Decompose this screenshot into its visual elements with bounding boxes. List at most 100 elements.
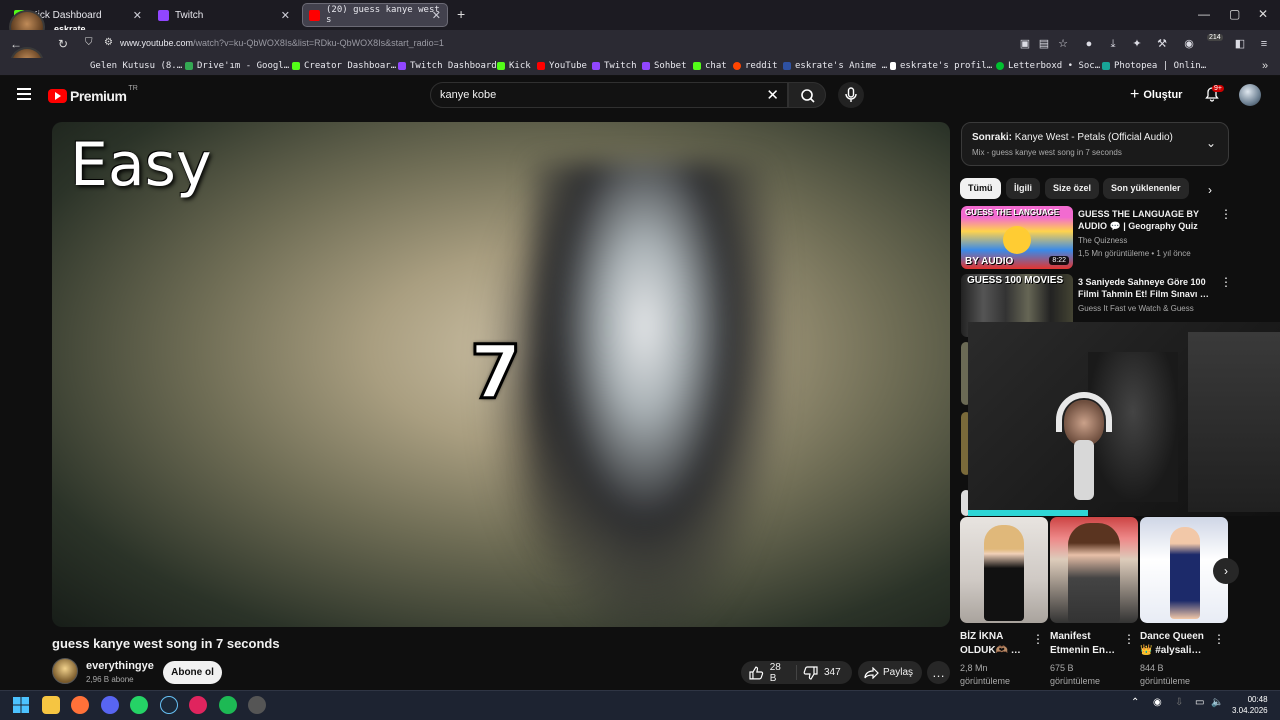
up-next-panel[interactable]: Sonraki: Kanye West - Petals (Official A…: [961, 122, 1229, 166]
bookmark-gmail[interactable]: Gelen Kutusu (8.…: [90, 61, 182, 71]
share-button[interactable]: Paylaş: [858, 661, 922, 684]
close-tab-icon[interactable]: ✕: [432, 9, 441, 22]
guide-menu-icon[interactable]: [17, 88, 31, 100]
page-info-icon[interactable]: ⚙: [104, 37, 113, 48]
twitch-icon: [158, 9, 169, 21]
tray-app-icon[interactable]: ◉: [1153, 697, 1162, 708]
reader-icon[interactable]: ▤: [1037, 37, 1051, 51]
shield-icon[interactable]: ⛉: [85, 37, 93, 48]
steam-icon[interactable]: [160, 696, 178, 714]
bookmark-star-icon[interactable]: ☆: [1056, 37, 1070, 51]
app-icon[interactable]: [248, 696, 266, 714]
youtube-icon: [537, 62, 545, 70]
create-button[interactable]: + Oluştur: [1130, 86, 1182, 104]
bookmark-letterboxd[interactable]: Letterboxd • Soc…: [996, 61, 1100, 71]
more-options-icon[interactable]: ⋮: [1220, 275, 1232, 289]
short-title[interactable]: Manifest Etmenin En…: [1050, 630, 1124, 658]
firefox-icon[interactable]: [71, 696, 89, 714]
menu-icon[interactable]: ≡: [1257, 37, 1271, 51]
more-bookmarks-icon[interactable]: »: [1262, 60, 1268, 72]
kick-icon: [497, 62, 505, 70]
spotify-icon[interactable]: [219, 696, 237, 714]
like-button[interactable]: 28 B: [741, 662, 797, 684]
chip-for-you[interactable]: Size özel: [1045, 178, 1100, 199]
bookmark-chat[interactable]: chat: [693, 61, 727, 71]
system-clock[interactable]: 00:48 3.04.2026: [1232, 694, 1268, 716]
window-close-icon[interactable]: ✕: [1258, 7, 1268, 21]
tray-usb-icon[interactable]: ⇩: [1175, 697, 1183, 708]
windows-start-icon[interactable]: [12, 696, 30, 714]
shorts-next-button[interactable]: ›: [1213, 558, 1239, 584]
close-tab-icon[interactable]: ✕: [133, 9, 142, 22]
like-count: 28 B: [769, 661, 781, 684]
bookmark-profile[interactable]: eskrate's profil…: [890, 61, 992, 71]
bookmark-twitch-dashboard[interactable]: Twitch Dashboard: [398, 61, 497, 71]
network-icon[interactable]: ▭: [1195, 697, 1204, 708]
extensions-puzzle-icon[interactable]: ✦: [1130, 37, 1144, 51]
chip-all[interactable]: Tümü: [960, 178, 1001, 199]
tab-twitch[interactable]: Twitch ✕: [152, 3, 296, 27]
account-avatar[interactable]: [1239, 84, 1261, 106]
chip-recent[interactable]: Son yüklenenler: [1103, 178, 1189, 199]
clear-search-icon[interactable]: ✕: [766, 86, 779, 104]
related-thumbnail[interactable]: GUESS THE LANGUAGE BY AUDIO 8:22: [961, 206, 1073, 269]
kick-icon: [292, 62, 300, 70]
download-icon[interactable]: ⤓: [1106, 37, 1120, 51]
related-title[interactable]: GUESS THE LANGUAGE BY AUDIO 💬 | Geograph…: [1078, 208, 1210, 232]
close-tab-icon[interactable]: ✕: [281, 9, 290, 22]
tab-youtube-active[interactable]: (20) guess kanye west s ✕: [302, 3, 448, 27]
short-thumbnail[interactable]: [1050, 517, 1138, 623]
bookmark-mal[interactable]: eskrate's Anime …: [783, 61, 887, 71]
search-input[interactable]: kanye kobe ✕: [430, 82, 788, 108]
short-thumbnail[interactable]: [960, 517, 1048, 623]
discord-icon[interactable]: [101, 696, 119, 714]
search-button[interactable]: [788, 82, 826, 108]
chips-next-icon[interactable]: ›: [1208, 183, 1212, 197]
more-options-icon[interactable]: ⋮: [1213, 632, 1225, 646]
youtube-logo[interactable]: Premium TR: [48, 84, 138, 104]
bookmark-sohbet[interactable]: Sohbet: [642, 61, 687, 71]
channel-avatar[interactable]: [52, 658, 78, 684]
app-icon[interactable]: [189, 696, 207, 714]
reddit-icon: [733, 62, 741, 70]
whatsapp-icon[interactable]: [130, 696, 148, 714]
bookmark-reddit[interactable]: reddit: [733, 61, 778, 71]
screenshot-icon[interactable]: ▣: [1018, 37, 1032, 51]
minimize-icon[interactable]: —: [1198, 7, 1210, 21]
search-query: kanye kobe: [440, 89, 497, 101]
extension-icon[interactable]: ●: [1082, 37, 1096, 51]
maximize-icon[interactable]: ▢: [1229, 7, 1240, 21]
person-figure: [1170, 527, 1200, 619]
more-options-icon[interactable]: ⋮: [1220, 207, 1232, 221]
short-title[interactable]: BİZ İKNA OLDUK🫶🏽 …: [960, 630, 1034, 658]
up-next-subtitle: Mix - guess kanye west song in 7 seconds: [972, 148, 1122, 157]
thumbs-down-icon: [803, 665, 818, 680]
bookmark-drive[interactable]: Drive'ım - Googl…: [185, 61, 289, 71]
url-field[interactable]: www.youtube.com/watch?v=ku-QbWOX8Is&list…: [120, 38, 444, 48]
bookmark-creator-dashboard[interactable]: Creator Dashboar…: [292, 61, 396, 71]
volume-icon[interactable]: 🔈: [1211, 697, 1223, 708]
channel-name[interactable]: everythingye: [86, 660, 154, 672]
sidebar-icon[interactable]: ◧: [1233, 37, 1247, 51]
bookmark-twitch[interactable]: Twitch: [592, 61, 637, 71]
chip-related[interactable]: İlgili: [1006, 178, 1040, 199]
new-tab-button[interactable]: +: [457, 6, 465, 22]
dislike-button[interactable]: 347: [797, 665, 847, 680]
short-title[interactable]: Dance Queen 👑 #alysali…: [1140, 630, 1214, 658]
chevron-down-icon[interactable]: ⌄: [1206, 136, 1216, 150]
profile-icon[interactable]: ◉: [1182, 37, 1196, 51]
bookmark-youtube[interactable]: YouTube: [537, 61, 587, 71]
more-actions-button[interactable]: …: [927, 661, 950, 684]
related-title[interactable]: 3 Saniyede Sahneye Göre 100 Filmi Tahmin…: [1078, 276, 1210, 300]
tool-icon[interactable]: ⚒: [1155, 37, 1169, 51]
file-explorer-icon[interactable]: [42, 696, 60, 714]
more-options-icon[interactable]: ⋮: [1032, 632, 1044, 646]
voice-search-button[interactable]: [838, 82, 864, 108]
bookmark-kick[interactable]: Kick: [497, 61, 531, 71]
more-options-icon[interactable]: ⋮: [1123, 632, 1135, 646]
subscribe-button[interactable]: Abone ol: [163, 661, 222, 684]
bookmark-photopea[interactable]: Photopea | Onlin…: [1102, 61, 1206, 71]
logo-region: TR: [128, 84, 138, 92]
tray-chevron-icon[interactable]: ⌃: [1131, 697, 1139, 708]
reload-icon[interactable]: ↻: [58, 37, 68, 51]
